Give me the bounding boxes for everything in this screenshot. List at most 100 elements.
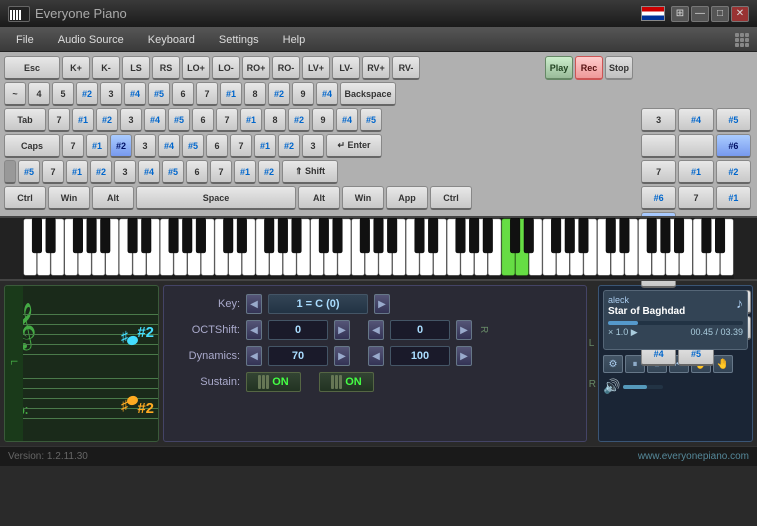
grid-layout-icon[interactable] — [735, 33, 749, 47]
num-3-5[interactable]: 3 — [114, 160, 136, 184]
backspace-key[interactable]: Backspace — [340, 82, 396, 106]
app-key[interactable]: App — [386, 186, 428, 210]
num-3-3[interactable]: 3 — [134, 134, 156, 158]
menu-file[interactable]: File — [4, 32, 46, 48]
alt-right-key[interactable]: Alt — [298, 186, 340, 210]
num-sharp2-highlighted[interactable]: #2 — [110, 134, 132, 158]
rv-minus-key[interactable]: RV- — [392, 56, 420, 80]
num-sharp5-1[interactable]: #5 — [148, 82, 170, 106]
rv-plus-key[interactable]: RV+ — [362, 56, 390, 80]
num-sharp2-5[interactable]: #2 — [278, 134, 300, 158]
player-settings-btn[interactable]: ⚙ — [603, 355, 623, 373]
num-sharp2-1[interactable]: #2 — [76, 82, 98, 106]
octshift-right-arrow2[interactable]: ◀ — [368, 320, 384, 340]
num-sharp1-1[interactable]: #1 — [220, 82, 242, 106]
num-sharp1-5[interactable]: #1 — [254, 134, 276, 158]
num-sharp5-2[interactable]: #5 — [168, 108, 190, 132]
num-7-6[interactable]: 7 — [42, 160, 64, 184]
caps-key[interactable]: Caps — [4, 134, 60, 158]
ctrl-key[interactable]: Ctrl — [4, 186, 46, 210]
num-sharp1-4[interactable]: #1 — [86, 134, 108, 158]
lo-plus-key[interactable]: LO+ — [182, 56, 210, 80]
key-arrow-right[interactable]: ▶ — [374, 294, 390, 314]
volume-bar[interactable] — [623, 385, 663, 389]
np-7-1[interactable]: 7 — [641, 160, 676, 184]
np-sharp4-1[interactable]: #4 — [678, 108, 713, 132]
minimize-button[interactable]: — — [691, 6, 709, 22]
menu-help[interactable]: Help — [271, 32, 318, 48]
play-button[interactable]: Play — [545, 56, 573, 80]
key-arrow-left[interactable]: ◀ — [246, 294, 262, 314]
num-6-1[interactable]: 6 — [172, 82, 194, 106]
dynamics-right-arrow3[interactable]: ▶ — [456, 346, 472, 366]
win-right-key[interactable]: Win — [342, 186, 384, 210]
num-3-key[interactable]: 3 — [100, 82, 122, 106]
dynamics-right-arrow[interactable]: ▶ — [334, 346, 350, 366]
ls-key[interactable]: LS — [122, 56, 150, 80]
num-sharp1-2[interactable]: #1 — [72, 108, 94, 132]
menu-keyboard[interactable]: Keyboard — [136, 32, 207, 48]
num-9-1[interactable]: 9 — [292, 82, 314, 106]
num-sharp2-4[interactable]: #2 — [288, 108, 310, 132]
num-sharp2-3[interactable]: #2 — [96, 108, 118, 132]
dynamics-right-arrow2[interactable]: ◀ — [368, 346, 384, 366]
num-sharp2-7[interactable]: #2 — [258, 160, 280, 184]
num-sharp2-2[interactable]: #2 — [268, 82, 290, 106]
player-progress-bar[interactable] — [608, 321, 743, 325]
octshift-right-arrow3[interactable]: ▶ — [456, 320, 472, 340]
maximize-button[interactable]: □ — [711, 6, 729, 22]
menu-icon-btn[interactable]: ⊞ — [671, 6, 689, 22]
num-sharp4-2[interactable]: #4 — [316, 82, 338, 106]
menu-audio-source[interactable]: Audio Source — [46, 32, 136, 48]
lv-plus-key[interactable]: LV+ — [302, 56, 330, 80]
np-sharp5-1[interactable]: #5 — [716, 108, 751, 132]
num-sharp4-6[interactable]: #4 — [138, 160, 160, 184]
num-sharp5-5[interactable]: #5 — [18, 160, 40, 184]
num-7-7[interactable]: 7 — [210, 160, 232, 184]
np-sharp1-1[interactable]: #1 — [678, 160, 713, 184]
stop-button[interactable]: Stop — [605, 56, 633, 80]
lv-minus-key[interactable]: LV- — [332, 56, 360, 80]
num-7-5[interactable]: 7 — [230, 134, 252, 158]
tilde-key[interactable]: ~ — [4, 82, 26, 106]
np-sharp2-1[interactable]: #2 — [716, 160, 751, 184]
num-sharp5-6[interactable]: #5 — [162, 160, 184, 184]
num-8-2[interactable]: 8 — [264, 108, 286, 132]
win-key[interactable]: Win — [48, 186, 90, 210]
num-6-2[interactable]: 6 — [192, 108, 214, 132]
num-sharp4-3[interactable]: #4 — [144, 108, 166, 132]
volume-icon[interactable]: 🔊 — [603, 378, 620, 395]
num-9-2[interactable]: 9 — [312, 108, 334, 132]
num-8-1[interactable]: 8 — [244, 82, 266, 106]
np-7-2[interactable]: 7 — [678, 186, 713, 210]
num-sharp4-5[interactable]: #4 — [158, 134, 180, 158]
num-7-2[interactable]: 7 — [48, 108, 70, 132]
num-3-4[interactable]: 3 — [302, 134, 324, 158]
rec-button[interactable]: Rec — [575, 56, 603, 80]
num-sharp5-3[interactable]: #5 — [360, 108, 382, 132]
lo-minus-key[interactable]: LO- — [212, 56, 240, 80]
dynamics-left-arrow[interactable]: ◀ — [246, 346, 262, 366]
num-7-1[interactable]: 7 — [196, 82, 218, 106]
close-button[interactable]: ✕ — [731, 6, 749, 22]
num-4-key[interactable]: 4 — [28, 82, 50, 106]
num-3-2[interactable]: 3 — [120, 108, 142, 132]
alt-key[interactable]: Alt — [92, 186, 134, 210]
num-7-3[interactable]: 7 — [216, 108, 238, 132]
num-6-4[interactable]: 6 — [186, 160, 208, 184]
enter-key[interactable]: ↵ Enter — [326, 134, 382, 158]
num-7-4[interactable]: 7 — [62, 134, 84, 158]
num-5-key[interactable]: 5 — [52, 82, 74, 106]
sustain-left-button[interactable]: ON — [246, 372, 301, 392]
num-sharp4-4[interactable]: #4 — [336, 108, 358, 132]
octshift-left-arrow[interactable]: ◀ — [246, 320, 262, 340]
num-sharp5-4[interactable]: #5 — [182, 134, 204, 158]
esc-key[interactable]: Esc — [4, 56, 60, 80]
np-sharp1-2[interactable]: #1 — [716, 186, 751, 210]
num-sharp1-6[interactable]: #1 — [66, 160, 88, 184]
num-sharp4-1[interactable]: #4 — [124, 82, 146, 106]
shift-right-key[interactable]: ⇑ Shift — [282, 160, 338, 184]
rs-key[interactable]: RS — [152, 56, 180, 80]
menu-settings[interactable]: Settings — [207, 32, 271, 48]
ro-plus-key[interactable]: RO+ — [242, 56, 270, 80]
